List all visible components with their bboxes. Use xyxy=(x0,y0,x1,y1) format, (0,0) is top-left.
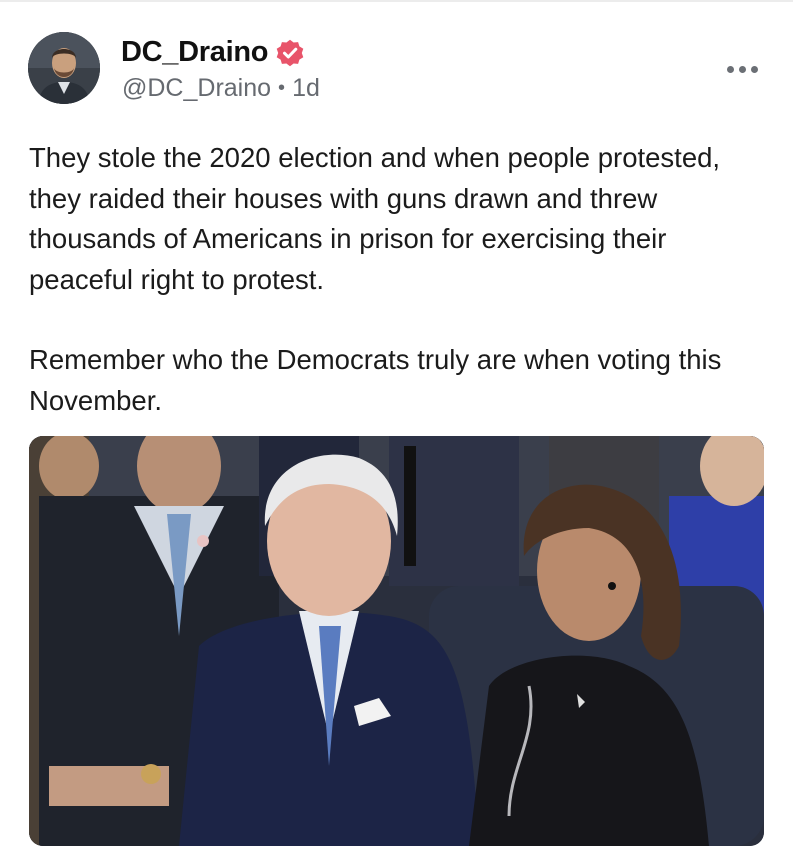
more-options-icon[interactable] xyxy=(727,62,761,76)
author-display-name[interactable]: DC_Draino xyxy=(121,36,268,69)
more-dot xyxy=(751,65,758,73)
more-dot xyxy=(739,65,746,73)
post-timestamp[interactable]: 1d xyxy=(292,74,320,103)
post-body: They stole the 2020 election and when pe… xyxy=(29,138,769,421)
post-paragraph: Remember who the Democrats truly are whe… xyxy=(29,344,722,416)
author-name-row: DC_Draino xyxy=(121,36,306,69)
more-dot xyxy=(727,65,734,73)
post-card[interactable]: DC_Draino @DC_Draino • 1d They stole the… xyxy=(0,0,793,846)
author-meta-row: @DC_Draino • 1d xyxy=(122,74,320,103)
photo-image xyxy=(29,436,764,846)
verified-badge-icon xyxy=(274,37,306,69)
meta-separator: • xyxy=(278,77,286,99)
author-handle[interactable]: @DC_Draino xyxy=(122,74,271,103)
divider xyxy=(0,0,793,2)
author-avatar[interactable] xyxy=(28,32,100,104)
post-paragraph: They stole the 2020 election and when pe… xyxy=(29,142,721,295)
post-photo[interactable] xyxy=(29,436,764,846)
avatar-image xyxy=(28,32,100,104)
